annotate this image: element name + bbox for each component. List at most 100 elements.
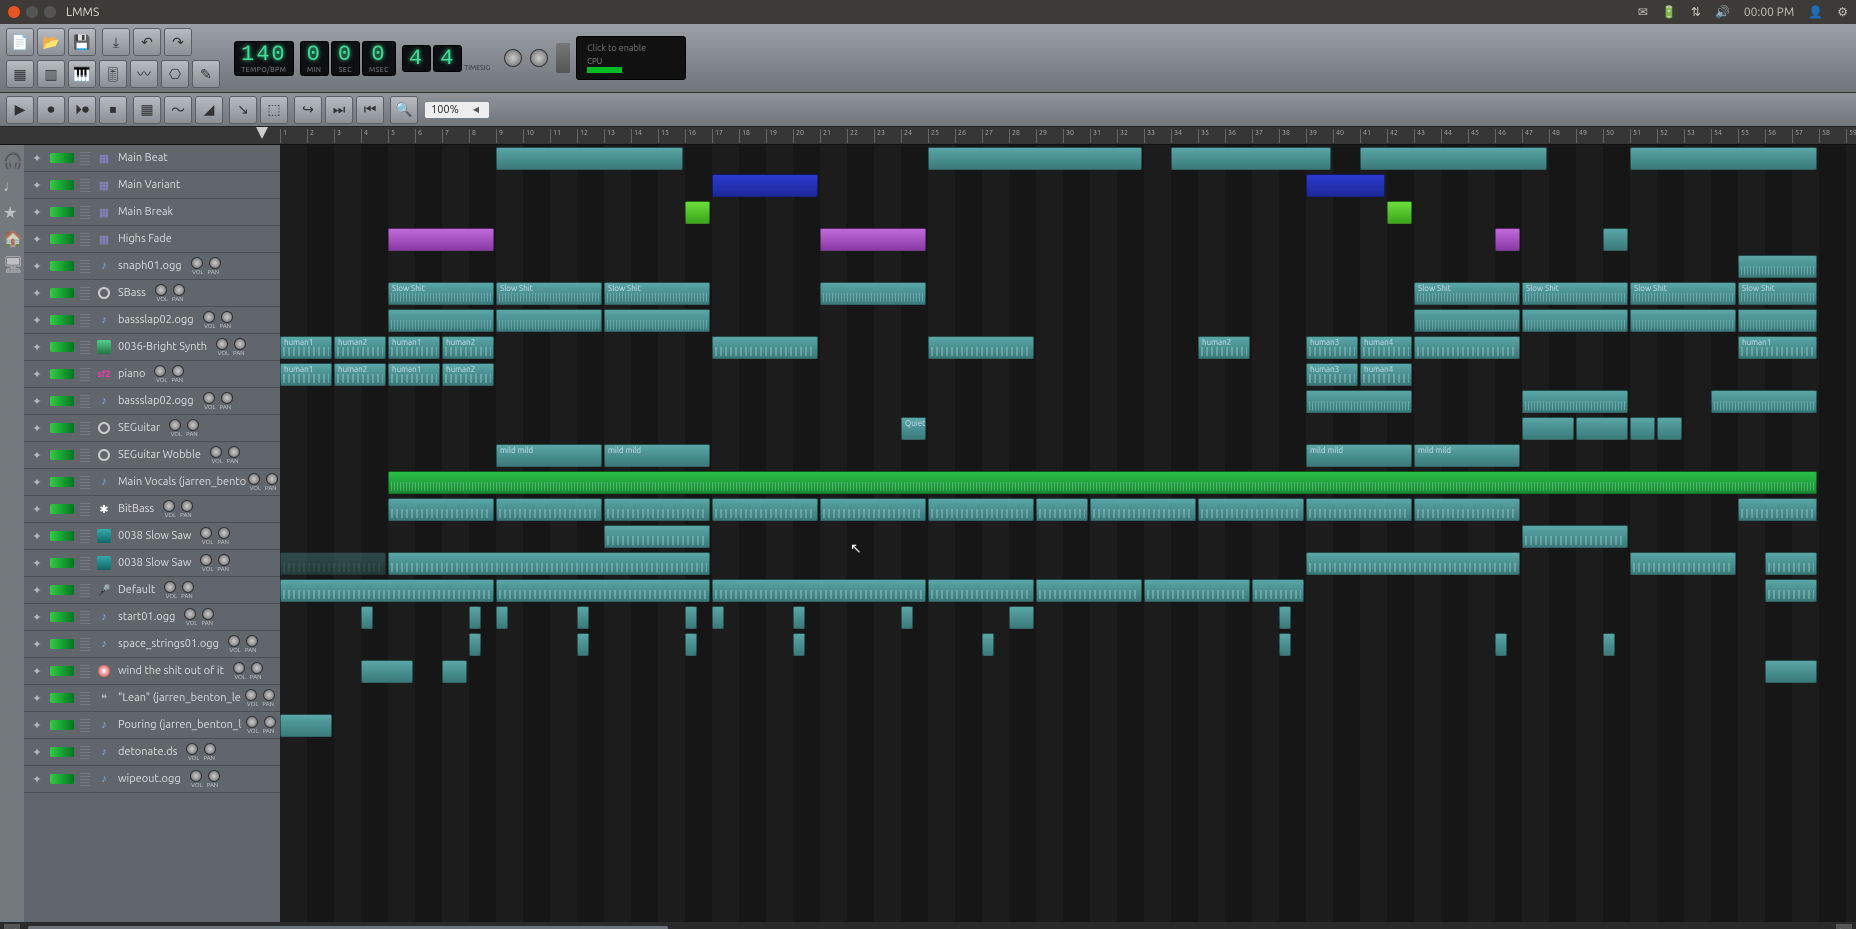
dock-instruments-icon[interactable]: 🎧: [3, 151, 21, 169]
clip[interactable]: human2: [442, 363, 494, 386]
track-name[interactable]: detonate.ds: [118, 746, 177, 758]
track-type-icon[interactable]: [96, 555, 112, 571]
track-header-wipeout[interactable]: ✦ ♪ wipeout.ogg VOLPAN: [24, 766, 280, 793]
zoom-icon[interactable]: 🔍: [390, 96, 418, 124]
clip[interactable]: [1009, 606, 1034, 629]
track-type-icon[interactable]: ❝: [96, 690, 112, 706]
playhead-marker[interactable]: [256, 127, 268, 139]
track-header-bright-synth[interactable]: ✦ 0036-Bright Synth VOLPAN: [24, 334, 280, 361]
pan-knob[interactable]: [187, 419, 199, 431]
clip[interactable]: human2: [442, 336, 494, 359]
clip[interactable]: Quiet: [901, 417, 926, 440]
clip[interactable]: [496, 579, 710, 602]
track-eye-icon[interactable]: ✦: [30, 692, 44, 705]
track-eye-icon[interactable]: ✦: [30, 152, 44, 165]
master-pitch-knob[interactable]: [530, 49, 548, 67]
track-name[interactable]: Main Vocals (jarren_bento: [118, 476, 246, 488]
track-type-icon[interactable]: ♪: [96, 636, 112, 652]
track-grip-icon[interactable]: [80, 340, 90, 354]
pan-knob[interactable]: [266, 473, 278, 485]
track-eye-icon[interactable]: ✦: [30, 746, 44, 759]
track-name[interactable]: start01.ogg: [118, 611, 175, 623]
track-eye-icon[interactable]: ✦: [30, 719, 44, 732]
clip-lane-start01[interactable]: [280, 604, 1856, 631]
track-name[interactable]: SEGuitar Wobble: [118, 449, 201, 461]
track-mute-toggle[interactable]: [50, 207, 74, 217]
track-header-bitbass[interactable]: ✦ ✱ BitBass VOLPAN: [24, 496, 280, 523]
track-type-icon[interactable]: ▦: [96, 231, 112, 247]
track-mute-toggle[interactable]: [50, 261, 74, 271]
clip[interactable]: [280, 552, 386, 575]
clip[interactable]: [1306, 174, 1385, 197]
clip-lane-pouring[interactable]: [280, 712, 1856, 739]
track-eye-icon[interactable]: ✦: [30, 503, 44, 516]
clip-lane-slow-saw-b[interactable]: [280, 550, 1856, 577]
scroll-right-button[interactable]: ▶: [1836, 924, 1852, 929]
track-mute-toggle[interactable]: [50, 747, 74, 757]
track-mute-toggle[interactable]: [50, 531, 74, 541]
clip[interactable]: [1738, 309, 1817, 332]
clip[interactable]: [1630, 417, 1655, 440]
track-grip-icon[interactable]: [80, 610, 90, 624]
clip[interactable]: [901, 606, 913, 629]
vol-knob[interactable]: [169, 419, 181, 431]
clip[interactable]: [280, 579, 494, 602]
timesig-den-lcd[interactable]: 4: [433, 45, 462, 72]
vol-knob[interactable]: [246, 716, 258, 728]
play-button[interactable]: ▶: [6, 96, 34, 124]
clip[interactable]: [1603, 633, 1615, 656]
save-project-button[interactable]: 💾: [68, 28, 96, 56]
track-type-icon[interactable]: [96, 663, 112, 679]
clip-lane-main-beat[interactable]: [280, 145, 1856, 172]
horizontal-scrollbar[interactable]: ◀ ▶: [0, 922, 1856, 929]
track-name[interactable]: BitBass: [118, 503, 154, 515]
vol-knob[interactable]: [163, 500, 175, 512]
select-mode-button[interactable]: ⬚: [260, 96, 288, 124]
clip[interactable]: [1414, 309, 1520, 332]
track-header-detonate[interactable]: ✦ ♪ detonate.ds VOLPAN: [24, 739, 280, 766]
clip[interactable]: [388, 498, 494, 521]
clip[interactable]: [1603, 228, 1628, 251]
track-grip-icon[interactable]: [80, 151, 90, 165]
clip[interactable]: [928, 498, 1034, 521]
track-grip-icon[interactable]: [80, 556, 90, 570]
track-header-highs-fade[interactable]: ✦ ▦ Highs Fade: [24, 226, 280, 253]
vol-knob[interactable]: [191, 257, 203, 269]
track-header-slow-saw-b[interactable]: ✦ 0038 Slow Saw VOLPAN: [24, 550, 280, 577]
clip[interactable]: [1711, 390, 1817, 413]
track-header-main-vocals[interactable]: ✦ ♪ Main Vocals (jarren_bento VOLPAN: [24, 469, 280, 496]
clip[interactable]: human2: [334, 336, 386, 359]
clip[interactable]: [1495, 228, 1520, 251]
track-header-main-break[interactable]: ✦ ▦ Main Break: [24, 199, 280, 226]
track-mute-toggle[interactable]: [50, 612, 74, 622]
vol-knob[interactable]: [216, 338, 228, 350]
record-play-button[interactable]: ⏵⏺: [68, 96, 96, 124]
pan-knob[interactable]: [202, 608, 214, 620]
pan-knob[interactable]: [208, 770, 220, 782]
track-grip-icon[interactable]: [80, 232, 90, 246]
pan-knob[interactable]: [221, 311, 233, 323]
track-type-icon[interactable]: ♪: [96, 609, 112, 625]
clip[interactable]: mild mild: [1414, 444, 1520, 467]
clip[interactable]: [1522, 525, 1628, 548]
clip[interactable]: [685, 606, 697, 629]
automation-editor-button[interactable]: 〰: [130, 60, 158, 88]
track-name[interactable]: snaph01.ogg: [118, 260, 182, 272]
track-mute-toggle[interactable]: [50, 315, 74, 325]
clip-lane-wipeout[interactable]: [280, 766, 1856, 793]
track-header-piano[interactable]: ✦ sf2 piano VOLPAN: [24, 361, 280, 388]
clip[interactable]: mild mild: [496, 444, 602, 467]
clip[interactable]: [1144, 579, 1250, 602]
clip-lane-detonate[interactable]: [280, 739, 1856, 766]
track-name[interactable]: bassslap02.ogg: [118, 395, 194, 407]
track-grip-icon[interactable]: [80, 205, 90, 219]
pan-knob[interactable]: [251, 662, 263, 674]
clip[interactable]: [577, 606, 589, 629]
track-name[interactable]: Main Break: [118, 206, 173, 218]
clip[interactable]: [442, 660, 467, 683]
piano-roll-button[interactable]: 🎹: [68, 60, 96, 88]
track-header-sbass[interactable]: ✦ SBass VOLPAN: [24, 280, 280, 307]
track-grip-icon[interactable]: [80, 529, 90, 543]
clip[interactable]: [685, 201, 710, 224]
clip[interactable]: [793, 606, 805, 629]
